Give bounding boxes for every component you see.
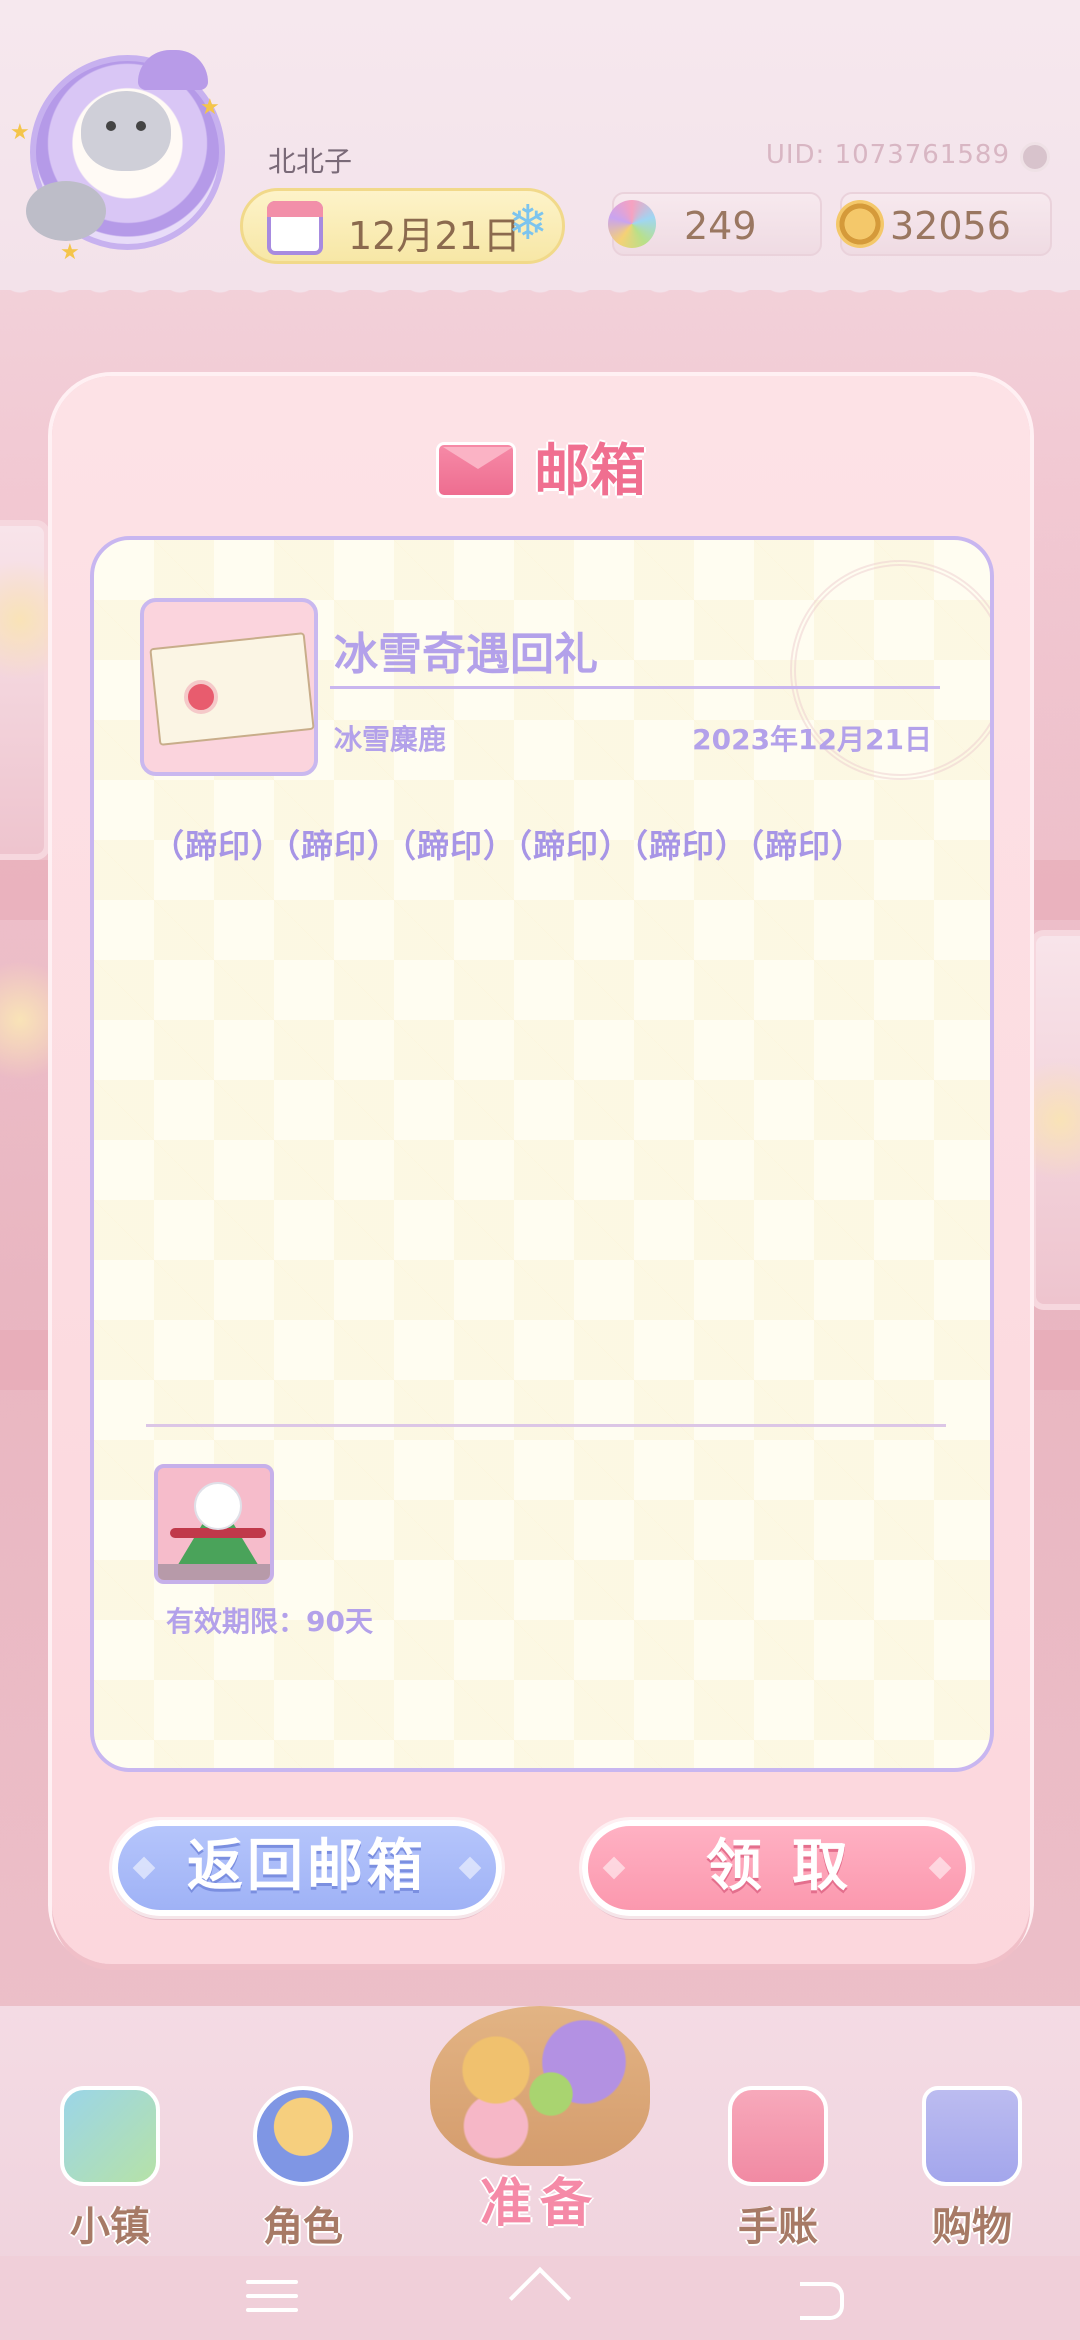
coin-counter[interactable]: 32056 xyxy=(836,192,1052,256)
nav-label: 准备 xyxy=(479,2174,600,2234)
diamond-decoration-icon xyxy=(928,1856,952,1880)
diary-icon xyxy=(728,2086,828,2186)
mail-dialog: 邮箱 冰雪奇遇回礼 冰雪麋鹿 2023年12月21日 （蹄印）（蹄印）（蹄印）（… xyxy=(52,376,1030,1964)
bottom-nav: 小镇 角色 准备 手账 购物 xyxy=(0,2006,1080,2256)
diamond-decoration-icon xyxy=(132,1856,156,1880)
nav-item-town[interactable]: 小镇 xyxy=(35,2086,185,2250)
star-icon: ★ xyxy=(10,120,30,145)
status-header: ★ ★ ★ 北北子 UID: 1073761589 12月21日 ❄ 249 3… xyxy=(0,0,1080,304)
gem-counter[interactable]: 249 xyxy=(608,192,822,256)
back-to-mailbox-button[interactable]: 返回邮箱 xyxy=(112,1820,502,1916)
letter-thumbnail xyxy=(140,598,318,776)
back-button[interactable] xyxy=(790,2270,850,2326)
letter-card-icon xyxy=(149,632,315,746)
mail-body: （蹄印）（蹄印）（蹄印）（蹄印）（蹄印）（蹄印） xyxy=(152,827,865,865)
calendar-icon xyxy=(267,201,323,255)
home-button[interactable] xyxy=(510,2270,570,2326)
map-icon xyxy=(60,2086,160,2186)
nav-item-prepare[interactable]: 准备 xyxy=(390,1986,690,2236)
nav-item-diary[interactable]: 手账 xyxy=(703,2086,853,2250)
star-icon: ★ xyxy=(200,95,220,120)
mail-date: 2023年12月21日 xyxy=(692,723,932,756)
nav-label: 手账 xyxy=(738,2204,818,2250)
expiry-label: 有效期限：90天 xyxy=(166,1605,373,1638)
character-icon xyxy=(253,2086,353,2186)
item-base xyxy=(158,1564,270,1580)
star-icon: ★ xyxy=(60,240,80,265)
envelope-icon xyxy=(436,441,516,498)
date-text: 12月21日 xyxy=(348,214,521,258)
subject-divider xyxy=(330,686,940,689)
attachment-divider xyxy=(146,1424,946,1427)
coin-count: 32056 xyxy=(890,204,1011,248)
nav-label: 购物 xyxy=(932,2204,1012,2250)
recent-apps-button[interactable] xyxy=(242,2270,302,2326)
shopping-bag-icon xyxy=(922,2086,1022,2186)
mushroom-icon xyxy=(138,50,208,90)
nav-label: 角色 xyxy=(263,2204,343,2250)
nav-item-character[interactable]: 角色 xyxy=(228,2086,378,2250)
snowflake-icon: ❄ xyxy=(507,195,548,251)
letter-panel: 冰雪奇遇回礼 冰雪麋鹿 2023年12月21日 （蹄印）（蹄印）（蹄印）（蹄印）… xyxy=(90,536,994,1772)
diamond-decoration-icon xyxy=(458,1856,482,1880)
dialog-title: 邮箱 xyxy=(52,426,1030,507)
nav-label: 小镇 xyxy=(70,2204,150,2250)
username: 北北子 xyxy=(268,145,353,178)
mail-subject: 冰雪奇遇回礼 xyxy=(334,629,598,680)
hamster-face-icon xyxy=(81,91,171,171)
basket-icon xyxy=(430,2006,650,2166)
gem-count: 249 xyxy=(684,204,757,248)
claim-button-label: 领取 xyxy=(706,1834,878,1899)
diamond-decoration-icon xyxy=(602,1856,626,1880)
date-badge[interactable]: 12月21日 ❄ xyxy=(240,188,565,264)
snowman-icon xyxy=(194,1482,242,1530)
copy-icon[interactable] xyxy=(1020,142,1050,172)
back-button-label: 返回邮箱 xyxy=(187,1834,427,1899)
coin-icon xyxy=(836,200,884,248)
claim-button[interactable]: 领取 xyxy=(582,1820,972,1916)
dialog-title-text: 邮箱 xyxy=(534,439,646,504)
reward-item[interactable] xyxy=(154,1464,274,1584)
uid-label: UID: 1073761589 xyxy=(765,140,1010,170)
system-nav-bar xyxy=(0,2256,1080,2340)
gem-icon xyxy=(608,200,656,248)
heart-seal-icon xyxy=(184,680,218,714)
mail-sender: 冰雪麋鹿 xyxy=(334,723,447,756)
nav-item-shop[interactable]: 购物 xyxy=(897,2086,1047,2250)
cat-icon xyxy=(26,181,106,241)
